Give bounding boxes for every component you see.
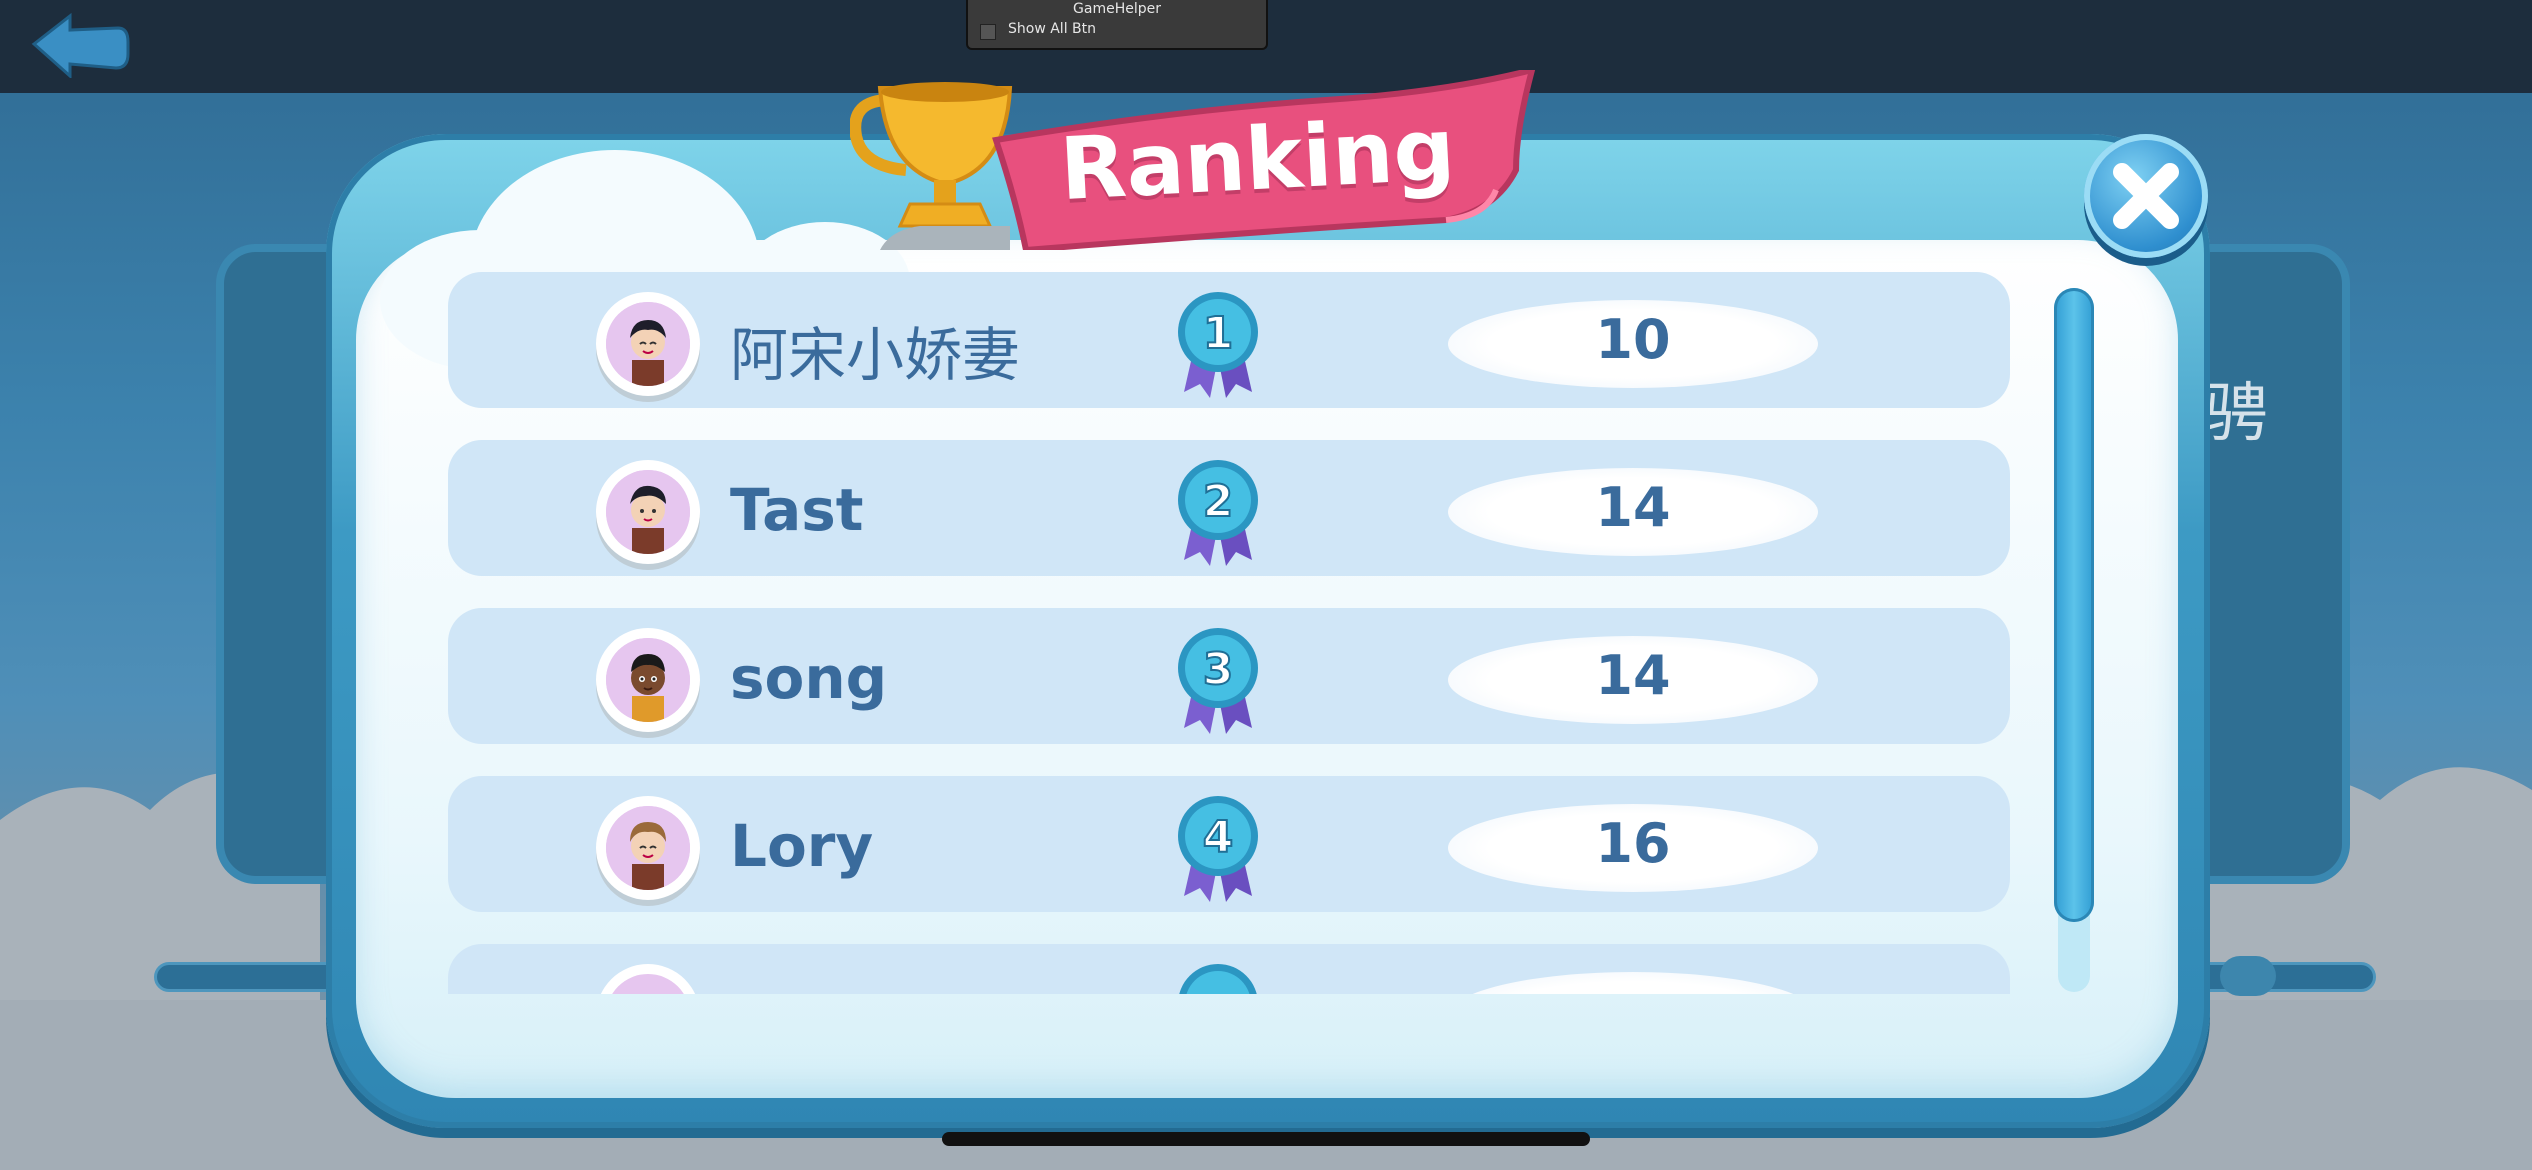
avatar [596, 964, 700, 994]
rank-medal-icon: 4 [1178, 796, 1258, 902]
boy-black-hair-avatar-icon [606, 470, 690, 554]
ranking-row: Lory 4 16 [448, 776, 2010, 912]
player-name: Lory [730, 812, 874, 880]
rank-number: 2 [1203, 476, 1234, 527]
player-name: Tast [730, 476, 864, 544]
boy-dark-skin-avatar-icon [606, 638, 690, 722]
close-button[interactable] [2084, 134, 2208, 258]
avatar [596, 796, 700, 900]
rank-number: 3 [1203, 644, 1234, 695]
show-all-btn-checkbox[interactable] [980, 24, 996, 40]
player-score: 10 [1595, 308, 1671, 371]
rank-medal-icon [1179, 964, 1257, 994]
player-score: 14 [1595, 476, 1671, 539]
avatar [596, 292, 700, 396]
ranking-scrollbar-thumb[interactable] [2054, 288, 2094, 922]
show-all-btn-label: Show All Btn [1008, 21, 1096, 37]
game-helper-title: GameHelper [1073, 1, 1161, 17]
ranking-list[interactable]: 阿宋小娇妻 1 10 Tast 2 14 song 3 14 Lory 4 16 [448, 272, 2010, 994]
background-progress-knob [2220, 956, 2276, 996]
ranking-row: Tast 2 14 [448, 440, 2010, 576]
ranking-row: song 3 14 [448, 608, 2010, 744]
player-score: 14 [1595, 644, 1671, 707]
rank-medal-icon: 1 [1178, 292, 1258, 398]
rank-number: 1 [1203, 308, 1234, 359]
home-indicator [942, 1132, 1590, 1146]
ranking-row [448, 944, 2010, 994]
avatar [596, 628, 700, 732]
back-arrow-icon[interactable] [30, 12, 130, 78]
boy-black-hair-avatar-icon [606, 302, 690, 386]
game-helper-panel: GameHelper Show All Btn [966, 0, 1268, 50]
player-name: song [730, 644, 888, 712]
background-board-text: 骋 [2204, 377, 2268, 451]
rank-medal-icon: 3 [1178, 628, 1258, 734]
boy-brown-hair-avatar-icon [606, 806, 690, 890]
rank-number: 4 [1203, 812, 1234, 863]
close-icon [2113, 163, 2179, 229]
player-score: 16 [1595, 812, 1671, 875]
avatar [596, 460, 700, 564]
rank-medal-icon: 2 [1178, 460, 1258, 566]
ranking-row: 阿宋小娇妻 1 10 [448, 272, 2010, 408]
ranking-title: Ranking [1057, 99, 1458, 221]
avatar-face [606, 974, 690, 994]
player-name: 阿宋小娇妻 [730, 321, 1021, 389]
score-pill [1448, 972, 1818, 994]
